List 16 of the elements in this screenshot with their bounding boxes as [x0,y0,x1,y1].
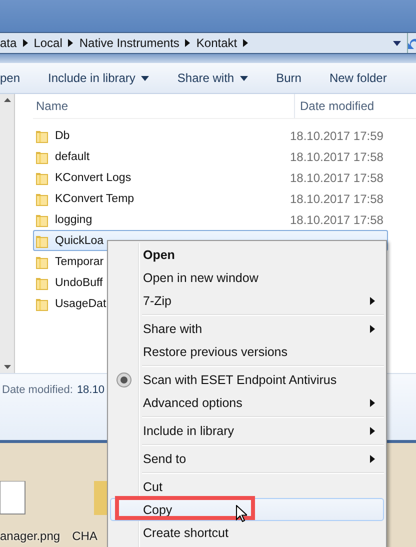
file-name: UsageDat [55,298,106,310]
date-modified: 18.10.2017 17:58 [290,150,384,164]
file-name: Temporar [55,256,104,268]
file-name: logging [55,214,92,226]
date-modified: 18.10.2017 17:59 [290,128,384,142]
details-value: 18.10 [76,384,104,398]
date-modified: 18.10.2017 17:58 [290,192,384,206]
file-name: KConvert Temp [55,192,134,204]
file-name: Db [55,130,70,142]
file-name: QuickLoa [55,234,104,246]
date-modified: 18.10.2017 17:58 [290,170,384,184]
details-label: Date modified: [2,384,73,398]
file-name: default [55,150,90,162]
file-name: KConvert Logs [55,172,132,184]
file-name: UndoBuff [55,276,103,288]
date-modified: 18.10.2017 17:58 [290,212,384,226]
